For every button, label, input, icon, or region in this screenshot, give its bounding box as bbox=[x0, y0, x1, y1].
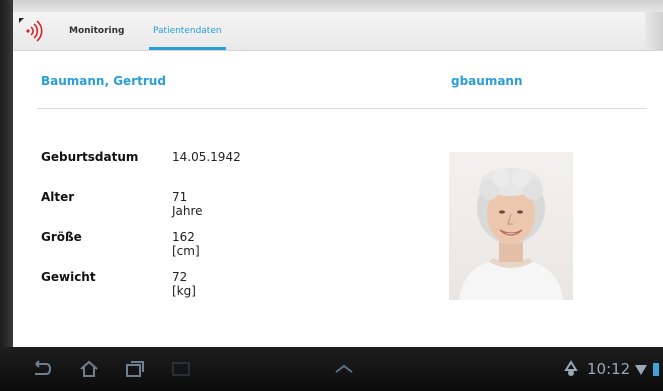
active-tab-indicator bbox=[149, 47, 226, 50]
tab-patientendaten-label: Patientendaten bbox=[153, 26, 222, 36]
tab-bar: Monitoring Patientendaten bbox=[13, 12, 663, 51]
screenshot-icon[interactable] bbox=[170, 359, 192, 379]
system-navigation-bar: 10:12 bbox=[0, 347, 663, 391]
chevron-up-icon[interactable] bbox=[333, 359, 355, 379]
device-frame-top bbox=[0, 0, 663, 12]
height-label: Größe bbox=[41, 230, 82, 244]
weight-label: Gewicht bbox=[41, 270, 96, 284]
patient-portrait-image bbox=[459, 168, 563, 300]
wireless-logo-icon bbox=[19, 18, 43, 42]
wifi-icon bbox=[635, 365, 647, 375]
tab-bar-edge bbox=[645, 12, 663, 50]
patient-photo bbox=[449, 152, 573, 300]
device-frame-left bbox=[0, 0, 13, 391]
recycle-icon bbox=[564, 360, 578, 376]
patient-name: Baumann, Gertrud bbox=[41, 74, 166, 88]
home-icon[interactable] bbox=[78, 359, 100, 379]
tab-monitoring-label: Monitoring bbox=[69, 26, 125, 36]
birthdate-value: 14.05.1942 bbox=[172, 150, 241, 164]
birthdate-label: Geburtsdatum bbox=[41, 150, 139, 164]
patient-username: gbaumann bbox=[451, 74, 523, 88]
system-clock: 10:12 bbox=[587, 360, 631, 378]
age-value: 71 Jahre bbox=[172, 190, 203, 218]
tab-patientendaten[interactable]: Patientendaten bbox=[149, 12, 226, 50]
header-divider bbox=[37, 108, 647, 109]
age-label: Alter bbox=[41, 190, 75, 204]
tab-monitoring[interactable]: Monitoring bbox=[69, 12, 125, 50]
back-icon[interactable] bbox=[30, 359, 52, 379]
weight-value: 72 [kg] bbox=[172, 270, 196, 298]
height-value: 162 [cm] bbox=[172, 230, 200, 258]
recent-apps-icon[interactable] bbox=[124, 359, 146, 379]
app-screen: Monitoring Patientendaten Baumann, Gertr… bbox=[13, 12, 663, 347]
battery-icon bbox=[653, 363, 659, 376]
